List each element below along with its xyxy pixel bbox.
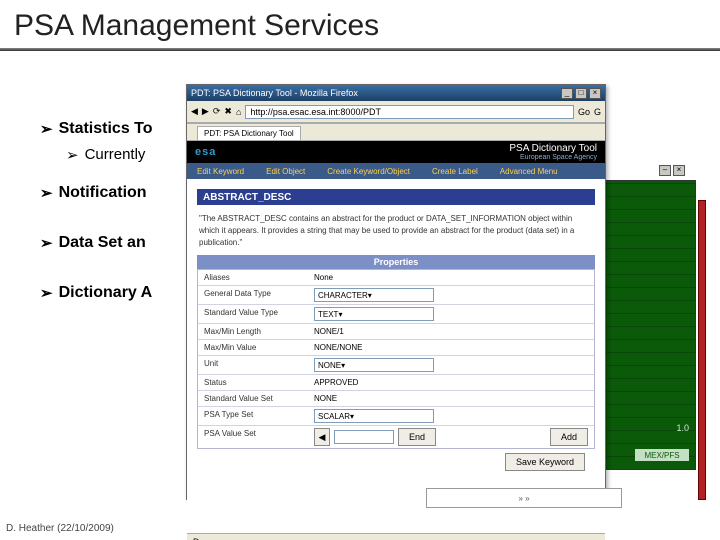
search-icon[interactable]: G — [594, 107, 601, 117]
status-bar: Done — [187, 533, 605, 540]
prev-value-button[interactable]: ◀ — [314, 428, 330, 446]
menu-advanced[interactable]: Advanced Menu — [500, 167, 558, 176]
browser-window: PDT: PSA Dictionary Tool - Mozilla Firef… — [186, 84, 606, 500]
title-band: PSA Management Services — [0, 4, 720, 48]
minimize-icon[interactable]: – — [659, 165, 671, 176]
version-label: 1.0 — [676, 423, 689, 433]
unit-select[interactable]: NONE ▾ — [314, 358, 434, 372]
stop-icon[interactable]: ✖ — [224, 106, 232, 117]
home-icon[interactable]: ⌂ — [236, 107, 241, 117]
chevron-down-icon: ▾ — [350, 412, 354, 421]
window-titlebar: PDT: PSA Dictionary Tool - Mozilla Firef… — [187, 85, 605, 101]
bullet-text: Statistics To — [59, 120, 153, 140]
browser-toolbar: ◀ ▶ ⟳ ✖ ⌂ http://psa.esac.esa.int:8000/P… — [187, 101, 605, 123]
chevron-down-icon: ▾ — [368, 291, 372, 300]
esa-logo: esa — [195, 146, 216, 158]
menu-create-label[interactable]: Create Label — [432, 167, 478, 176]
row-status: StatusAPPROVED — [198, 374, 594, 390]
window-title: PDT: PSA Dictionary Tool - Mozilla Firef… — [191, 88, 358, 98]
prop-label: Max/Min Length — [198, 324, 308, 339]
back-icon[interactable]: ◀ — [191, 106, 198, 117]
chevron-down-icon: ▾ — [338, 310, 342, 319]
app-menubar: Edit Keyword Edit Object Create Keyword/… — [187, 163, 605, 179]
prop-label: General Data Type — [198, 286, 308, 304]
close-icon[interactable]: × — [589, 88, 601, 99]
save-keyword-button[interactable]: Save Keyword — [505, 453, 585, 471]
row-general-data-type: General Data Type CHARACTER ▾ — [198, 285, 594, 304]
background-strip: » » — [426, 488, 622, 508]
prop-label: PSA Value Set — [198, 426, 308, 448]
title-underline — [0, 48, 720, 51]
prop-label: Standard Value Set — [198, 391, 308, 406]
keyword-name-bar: ABSTRACT_DESC — [197, 189, 595, 205]
arrow-icon: ➢ — [66, 146, 79, 166]
forward-icon[interactable]: ▶ — [202, 106, 209, 117]
go-icon[interactable]: Go — [578, 107, 590, 117]
prop-label: Unit — [198, 356, 308, 374]
slide-footer: D. Heather (22/10/2009) — [6, 523, 114, 534]
bullet-text: Dictionary A — [59, 284, 153, 304]
address-bar[interactable]: http://psa.esac.esa.int:8000/PDT — [245, 105, 574, 119]
prop-value: NONE — [308, 391, 594, 406]
maximize-icon[interactable]: □ — [575, 88, 587, 99]
slide: PSA Management Services ➢ Statistics To ➢… — [0, 0, 720, 540]
arrow-icon: ➢ — [40, 184, 53, 204]
background-window-red — [698, 200, 706, 500]
app-subtitle: European Space Agency — [520, 154, 597, 161]
minimize-icon[interactable]: _ — [561, 88, 573, 99]
tab-bar: PDT: PSA Dictionary Tool — [187, 123, 605, 141]
dataset-tag: MEX/PFS — [635, 449, 689, 461]
prop-label: Status — [198, 375, 308, 390]
app-banner: esa PSA Dictionary Tool European Space A… — [187, 141, 605, 163]
bullet-text: Notification — [59, 184, 147, 204]
prop-value: NONE/1 — [308, 324, 594, 339]
row-psa-type-set: PSA Type Set SCALAR ▾ — [198, 406, 594, 425]
menu-edit-object[interactable]: Edit Object — [266, 167, 305, 176]
menu-edit-keyword[interactable]: Edit Keyword — [197, 167, 244, 176]
app-name: PSA Dictionary Tool — [509, 143, 597, 154]
chevron-down-icon: ▾ — [341, 361, 345, 370]
properties-header: Properties — [197, 255, 595, 269]
prop-value: None — [308, 270, 594, 285]
bullet-text: Currently — [85, 146, 146, 166]
standard-value-type-select[interactable]: TEXT ▾ — [314, 307, 434, 321]
prop-value: NONE/NONE — [308, 340, 594, 355]
prop-label: PSA Type Set — [198, 407, 308, 425]
keyword-description: "The ABSTRACT_DESC contains an abstract … — [197, 209, 595, 249]
end-button[interactable]: End — [398, 428, 436, 446]
reload-icon[interactable]: ⟳ — [213, 106, 221, 117]
prop-label: Standard Value Type — [198, 305, 308, 323]
general-data-type-select[interactable]: CHARACTER ▾ — [314, 288, 434, 302]
row-psa-value-set: PSA Value Set ◀ End Add — [198, 425, 594, 448]
page-title: PSA Management Services — [14, 9, 379, 43]
psa-type-select[interactable]: SCALAR ▾ — [314, 409, 434, 423]
window-controls: – × — [659, 165, 695, 179]
arrow-icon: ➢ — [40, 284, 53, 304]
action-bar: Save Keyword — [197, 449, 595, 475]
tab-pdt[interactable]: PDT: PSA Dictionary Tool — [197, 126, 301, 140]
arrow-icon: ➢ — [40, 234, 53, 254]
close-icon[interactable]: × — [673, 165, 685, 176]
row-aliases: AliasesNone — [198, 270, 594, 285]
add-button[interactable]: Add — [550, 428, 588, 446]
bullet-text: Data Set an — [59, 234, 146, 254]
row-standard-value-type: Standard Value Type TEXT ▾ — [198, 304, 594, 323]
psa-value-input[interactable] — [334, 430, 394, 444]
arrow-icon: ➢ — [40, 120, 53, 140]
content-pane: ABSTRACT_DESC "The ABSTRACT_DESC contain… — [187, 179, 605, 533]
menu-create-keyword[interactable]: Create Keyword/Object — [327, 167, 410, 176]
properties-table: AliasesNone General Data Type CHARACTER ▾… — [197, 269, 595, 449]
url-text: http://psa.esac.esa.int:8000/PDT — [250, 107, 381, 117]
row-max-min-value: Max/Min ValueNONE/NONE — [198, 339, 594, 355]
prop-label: Max/Min Value — [198, 340, 308, 355]
app-body: ABSTRACT_DESC "The ABSTRACT_DESC contain… — [187, 179, 605, 533]
row-max-min-length: Max/Min LengthNONE/1 — [198, 323, 594, 339]
row-unit: Unit NONE ▾ — [198, 355, 594, 374]
prop-label: Aliases — [198, 270, 308, 285]
prop-value: APPROVED — [308, 375, 594, 390]
window-controls: _ □ × — [561, 88, 601, 99]
row-standard-value-set: Standard Value SetNONE — [198, 390, 594, 406]
